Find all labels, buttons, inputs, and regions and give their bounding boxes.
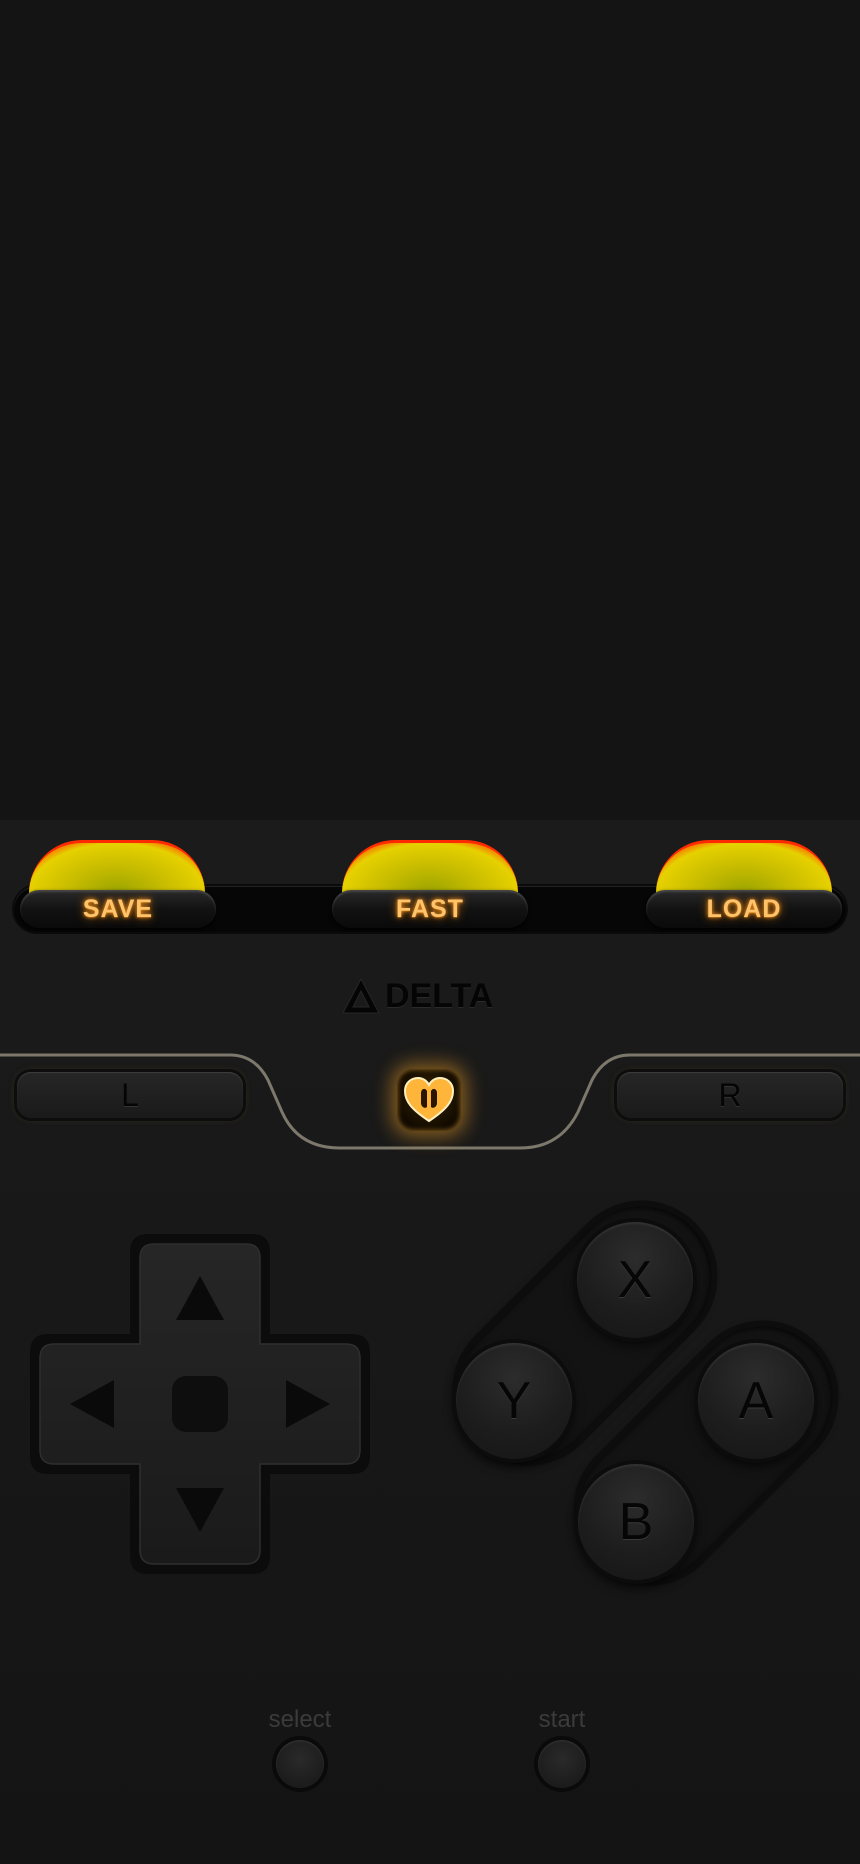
- y-button-label: Y: [496, 1372, 532, 1430]
- load-glow-dome: [656, 840, 832, 893]
- a-button[interactable]: A: [698, 1343, 814, 1459]
- b-button-label: B: [618, 1493, 654, 1551]
- start-button[interactable]: [538, 1740, 586, 1788]
- fast-forward-button[interactable]: FAST: [332, 890, 528, 928]
- select-button[interactable]: [276, 1740, 324, 1788]
- save-button[interactable]: SAVE: [20, 890, 216, 928]
- b-button[interactable]: B: [578, 1464, 694, 1580]
- heart-menu-icon: [403, 1076, 455, 1123]
- fast-button-label: FAST: [396, 894, 464, 923]
- fast-glow-dome: [342, 840, 518, 893]
- save-glow-dome: [29, 840, 205, 893]
- load-button[interactable]: LOAD: [646, 890, 842, 928]
- select-label: select: [268, 1706, 332, 1733]
- y-button[interactable]: Y: [456, 1343, 572, 1459]
- delta-logo: DELTA: [341, 976, 521, 1016]
- l-button-label: L: [121, 1076, 139, 1113]
- a-button-label: A: [738, 1372, 774, 1430]
- dpad[interactable]: [26, 1230, 374, 1578]
- save-button-label: SAVE: [82, 894, 154, 923]
- start-label: start: [538, 1706, 586, 1733]
- x-button-label: X: [617, 1251, 653, 1309]
- load-button-label: LOAD: [706, 894, 782, 923]
- r-button-label: R: [718, 1076, 742, 1113]
- game-screen: [0, 0, 860, 820]
- x-button[interactable]: X: [577, 1222, 693, 1338]
- delta-triangle-icon: [342, 977, 380, 1014]
- l-shoulder-button[interactable]: L: [17, 1072, 243, 1118]
- menu-button[interactable]: [397, 1069, 461, 1131]
- r-shoulder-button[interactable]: R: [617, 1072, 843, 1118]
- logo-text: DELTA: [385, 976, 494, 1015]
